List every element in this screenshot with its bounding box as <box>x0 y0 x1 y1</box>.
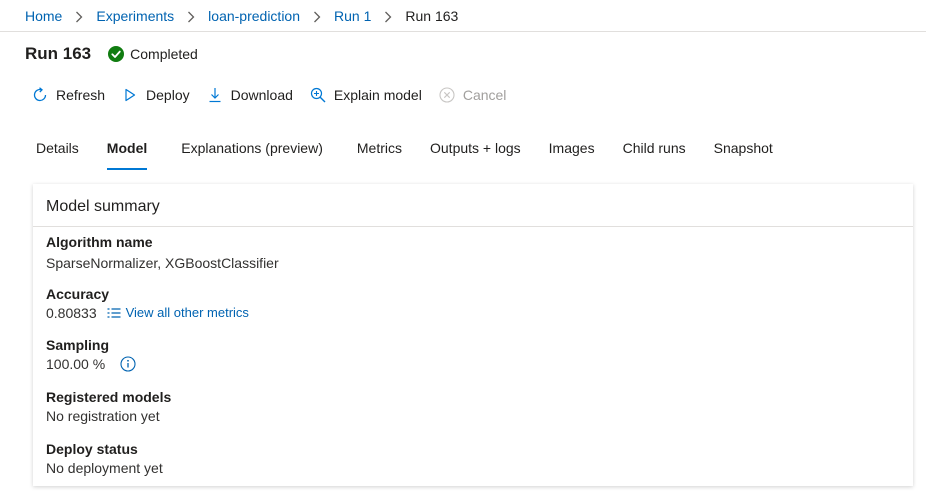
sampling-value: 100.00 % <box>46 356 106 372</box>
sampling-row: 100.00 % <box>46 354 136 374</box>
accuracy-field: Accuracy 0.80833 View all other metrics <box>46 285 249 323</box>
status-badge: Completed <box>130 46 198 62</box>
card-title: Model summary <box>33 184 913 227</box>
tab-child-runs[interactable]: Child runs <box>609 132 700 170</box>
accuracy-value: 0.80833 <box>46 305 97 321</box>
cancel-label: Cancel <box>462 87 507 103</box>
download-button[interactable]: Download <box>206 86 293 104</box>
registered-models-field: Registered models No registration yet <box>46 388 171 426</box>
chevron-right-icon <box>300 8 334 24</box>
breadcrumb-current: Run 163 <box>405 7 459 24</box>
title-row: Run 163 Completed <box>25 42 198 66</box>
explain-model-button[interactable]: Explain model <box>309 86 422 104</box>
breadcrumb-experiment-name[interactable]: loan-prediction <box>208 8 300 24</box>
toolbar: Refresh Deploy Download Explain model Ca… <box>31 84 522 106</box>
chevron-right-icon <box>62 8 96 24</box>
refresh-button[interactable]: Refresh <box>31 86 105 104</box>
play-icon <box>121 86 139 104</box>
accuracy-label: Accuracy <box>46 286 110 302</box>
tab-outputs-logs[interactable]: Outputs + logs <box>416 132 535 170</box>
deploy-status-field: Deploy status No deployment yet <box>46 440 163 478</box>
deploy-button[interactable]: Deploy <box>121 86 190 104</box>
refresh-label: Refresh <box>56 87 106 103</box>
algorithm-value: SparseNormalizer, XGBoostClassifier <box>46 255 279 271</box>
view-metrics-link[interactable]: View all other metrics <box>107 303 249 323</box>
breadcrumb: Home Experiments loan-prediction Run 1 R… <box>0 0 926 32</box>
tab-explanations[interactable]: Explanations (preview) <box>161 132 343 170</box>
search-plus-icon <box>309 86 327 104</box>
model-summary-card: Model summary Algorithm name SparseNorma… <box>33 184 913 486</box>
accuracy-row: 0.80833 View all other metrics <box>46 303 249 323</box>
sampling-field: Sampling 100.00 % <box>46 336 136 374</box>
explain-model-label: Explain model <box>333 87 422 103</box>
breadcrumb-parent-run[interactable]: Run 1 <box>334 8 371 24</box>
view-metrics-label: View all other metrics <box>125 305 249 320</box>
refresh-icon <box>31 86 49 104</box>
tab-bar: Details Model Explanations (preview) Met… <box>22 132 787 170</box>
sampling-label: Sampling <box>46 337 110 353</box>
page-title: Run 163 <box>25 44 92 63</box>
info-icon[interactable] <box>120 356 136 372</box>
tab-metrics[interactable]: Metrics <box>343 132 416 170</box>
chevron-right-icon <box>371 8 405 24</box>
breadcrumb-experiments[interactable]: Experiments <box>96 8 174 24</box>
deploy-status-label: Deploy status <box>46 441 138 457</box>
check-circle-icon <box>108 46 125 62</box>
breadcrumb-home[interactable]: Home <box>25 8 62 24</box>
tab-snapshot[interactable]: Snapshot <box>700 132 787 170</box>
deploy-status-value: No deployment yet <box>46 460 163 476</box>
tab-model[interactable]: Model <box>93 132 161 170</box>
download-label: Download <box>230 87 293 103</box>
tab-images[interactable]: Images <box>535 132 609 170</box>
deploy-label: Deploy <box>146 87 190 103</box>
download-icon <box>206 86 224 104</box>
list-icon <box>107 308 121 318</box>
algorithm-label: Algorithm name <box>46 234 153 250</box>
registered-models-label: Registered models <box>46 389 172 405</box>
chevron-right-icon <box>174 8 208 24</box>
registered-models-value: No registration yet <box>46 408 160 424</box>
tab-details[interactable]: Details <box>22 132 93 170</box>
cancel-icon <box>438 86 456 104</box>
cancel-button[interactable]: Cancel <box>438 86 507 104</box>
algorithm-field: Algorithm name SparseNormalizer, XGBoost… <box>46 233 279 273</box>
